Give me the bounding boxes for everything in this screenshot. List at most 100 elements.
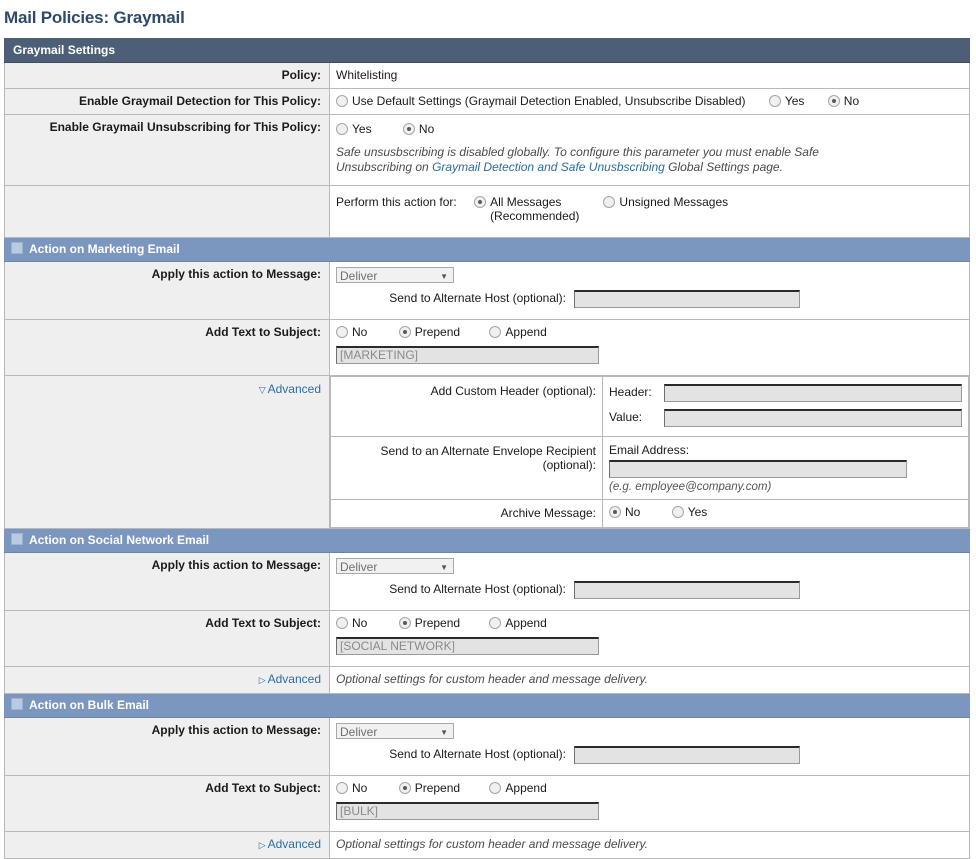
social-advanced-note: Optional settings for custom header and … bbox=[329, 666, 970, 694]
chevron-right-icon[interactable]: ▷ bbox=[259, 840, 266, 850]
marketing-archive-yes[interactable]: Yes bbox=[671, 505, 707, 519]
chevron-down-icon: ▼ bbox=[440, 272, 448, 281]
radio-icon-selected[interactable] bbox=[827, 95, 840, 107]
marketing-subject-no[interactable]: No bbox=[336, 325, 367, 339]
radio-icon[interactable] bbox=[671, 506, 684, 518]
bulk-apply-label: Apply this action to Message: bbox=[4, 717, 330, 776]
unsubscribing-row: Enable Graymail Unsubscribing for This P… bbox=[4, 114, 970, 186]
marketing-subject-append[interactable]: Append bbox=[489, 325, 547, 339]
chevron-down-icon: ▼ bbox=[440, 563, 448, 572]
collapse-box-icon[interactable] bbox=[11, 242, 23, 254]
bulk-apply-value: Deliver ▼ Send to Alternate Host (optiona… bbox=[329, 717, 970, 776]
social-alt-host-label: Send to Alternate Host (optional): bbox=[389, 582, 566, 597]
chevron-right-icon[interactable]: ▷ bbox=[259, 675, 266, 685]
radio-icon[interactable] bbox=[336, 326, 348, 338]
social-action-select[interactable]: Deliver ▼ bbox=[336, 558, 454, 574]
bulk-advanced-note: Optional settings for custom header and … bbox=[329, 831, 970, 859]
global-settings-link[interactable]: Graymail Detection and Safe Unusbscribin… bbox=[432, 160, 665, 174]
radio-icon-selected[interactable] bbox=[398, 782, 411, 794]
marketing-advanced-toggle[interactable]: ▽ Advanced bbox=[4, 375, 330, 529]
bulk-subject-no[interactable]: No bbox=[336, 781, 367, 795]
unsub-option-no[interactable]: No bbox=[402, 122, 434, 136]
social-alt-host-input[interactable] bbox=[574, 581, 800, 599]
policy-label: Policy: bbox=[4, 62, 330, 89]
panel-header-title: Graymail Settings bbox=[4, 38, 970, 63]
section-title-social: Action on Social Network Email bbox=[29, 533, 210, 547]
chevron-down-icon: ▼ bbox=[440, 728, 448, 737]
marketing-subject-prepend[interactable]: Prepend bbox=[398, 325, 460, 339]
radio-icon[interactable] bbox=[336, 782, 348, 794]
page-title: Mail Policies: Graymail bbox=[4, 8, 185, 27]
bulk-action-select[interactable]: Deliver ▼ bbox=[336, 723, 454, 739]
bulk-action-select-value: Deliver bbox=[340, 725, 378, 739]
marketing-value-input[interactable] bbox=[664, 409, 962, 427]
radio-icon-selected[interactable] bbox=[398, 326, 411, 338]
chevron-down-icon[interactable]: ▽ bbox=[259, 385, 266, 395]
marketing-archive-no[interactable]: No bbox=[609, 505, 640, 519]
section-header-bulk[interactable]: Action on Bulk Email bbox=[4, 693, 970, 718]
marketing-advanced-panel: Add Custom Header (optional): Header: Va… bbox=[329, 375, 970, 529]
section-title-bulk: Action on Bulk Email bbox=[29, 698, 150, 712]
graymail-settings-panel: Graymail Settings Policy: Whitelisting E… bbox=[4, 38, 970, 859]
unsubscribing-options: Yes No Safe unsusbscribing is disabled g… bbox=[329, 114, 970, 186]
marketing-email-hint: (e.g. employee@company.com) bbox=[609, 481, 772, 493]
marketing-header-field-label: Header: bbox=[609, 385, 652, 400]
social-advanced-toggle[interactable]: ▷ Advanced bbox=[4, 666, 330, 694]
bulk-advanced-row: ▷ Advanced Optional settings for custom h… bbox=[4, 831, 970, 859]
radio-icon[interactable] bbox=[489, 782, 502, 794]
bulk-advanced-toggle[interactable]: ▷ Advanced bbox=[4, 831, 330, 859]
detection-option-default[interactable]: Use Default Settings (Graymail Detection… bbox=[336, 94, 746, 108]
section-header-marketing[interactable]: Action on Marketing Email bbox=[4, 237, 970, 262]
radio-icon-selected[interactable] bbox=[609, 506, 621, 518]
radio-icon[interactable] bbox=[489, 617, 502, 629]
marketing-custom-header-row: Add Custom Header (optional): Header: Va… bbox=[330, 376, 969, 437]
marketing-alt-recipient-label: Send to an Alternate Envelope Recipient … bbox=[330, 436, 603, 500]
perform-option-unsigned[interactable]: Unsigned Messages bbox=[603, 195, 728, 209]
bulk-subject-prepend[interactable]: Prepend bbox=[398, 781, 460, 795]
marketing-value-field-label: Value: bbox=[609, 410, 643, 425]
marketing-subject-row: Add Text to Subject: No Prepend Append [… bbox=[4, 319, 970, 376]
radio-icon-selected[interactable] bbox=[398, 617, 411, 629]
bulk-subject-text-input[interactable]: [BULK] bbox=[336, 802, 599, 820]
radio-icon[interactable] bbox=[489, 326, 502, 338]
marketing-archive-options: No Yes bbox=[602, 499, 969, 528]
radio-icon[interactable] bbox=[603, 196, 616, 208]
marketing-alt-host: Send to Alternate Host (optional): bbox=[336, 290, 963, 308]
policy-value: Whitelisting bbox=[329, 62, 970, 89]
marketing-email-input[interactable] bbox=[609, 460, 907, 478]
bulk-subject-row: Add Text to Subject: No Prepend Append [… bbox=[4, 775, 970, 832]
marketing-subject-text-input[interactable]: [MARKETING] bbox=[336, 346, 599, 364]
marketing-alt-recipient-row: Send to an Alternate Envelope Recipient … bbox=[330, 436, 969, 500]
marketing-subject-value: No Prepend Append [MARKETING] bbox=[329, 319, 970, 376]
social-subject-text-input[interactable]: [SOCIAL NETWORK] bbox=[336, 637, 599, 655]
radio-icon-selected[interactable] bbox=[402, 123, 415, 135]
social-subject-label: Add Text to Subject: bbox=[4, 610, 330, 667]
social-apply-row: Apply this action to Message: Deliver ▼ S… bbox=[4, 552, 970, 611]
perform-action-options: Perform this action for: All Messages (R… bbox=[329, 185, 970, 238]
unsubscribing-label: Enable Graymail Unsubscribing for This P… bbox=[4, 114, 330, 186]
bulk-alt-host-input[interactable] bbox=[574, 746, 800, 764]
social-subject-prepend[interactable]: Prepend bbox=[398, 616, 460, 630]
social-advanced-row: ▷ Advanced Optional settings for custom h… bbox=[4, 666, 970, 694]
collapse-box-icon[interactable] bbox=[11, 533, 23, 545]
section-header-social[interactable]: Action on Social Network Email bbox=[4, 528, 970, 553]
radio-icon[interactable] bbox=[336, 123, 348, 135]
marketing-alt-host-input[interactable] bbox=[574, 290, 800, 308]
collapse-box-icon[interactable] bbox=[11, 698, 23, 710]
bulk-subject-append[interactable]: Append bbox=[489, 781, 547, 795]
social-subject-append[interactable]: Append bbox=[489, 616, 547, 630]
radio-icon[interactable] bbox=[336, 95, 348, 107]
radio-icon[interactable] bbox=[768, 95, 781, 107]
unsub-option-yes[interactable]: Yes bbox=[336, 122, 372, 136]
detection-row: Enable Graymail Detection for This Polic… bbox=[4, 88, 970, 115]
detection-option-no[interactable]: No bbox=[827, 94, 859, 108]
social-apply-value: Deliver ▼ Send to Alternate Host (optiona… bbox=[329, 552, 970, 611]
perform-option-all[interactable]: All Messages (Recommended) bbox=[474, 195, 579, 223]
radio-icon-selected[interactable] bbox=[474, 196, 487, 208]
bulk-alt-host-label: Send to Alternate Host (optional): bbox=[389, 747, 566, 762]
detection-option-yes[interactable]: Yes bbox=[768, 94, 804, 108]
marketing-action-select[interactable]: Deliver ▼ bbox=[336, 267, 454, 283]
marketing-header-input[interactable] bbox=[664, 384, 962, 402]
social-subject-no[interactable]: No bbox=[336, 616, 367, 630]
radio-icon[interactable] bbox=[336, 617, 348, 629]
